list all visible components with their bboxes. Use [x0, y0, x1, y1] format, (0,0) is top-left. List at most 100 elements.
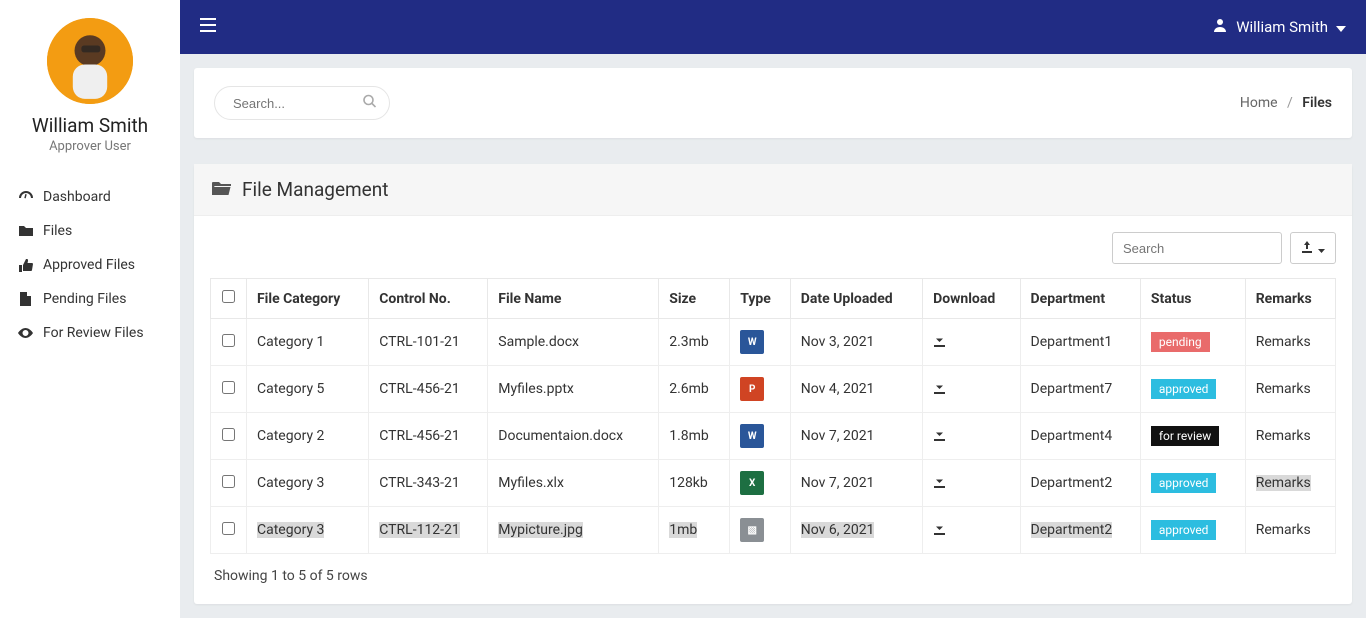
cell-status: approved — [1140, 507, 1245, 554]
topbar: William Smith — [180, 0, 1366, 54]
top-card: Home / Files — [194, 68, 1352, 138]
filetype-icon: W — [740, 330, 764, 354]
sidebar-item-dashboard[interactable]: Dashboard — [0, 180, 180, 214]
download-icon[interactable] — [933, 429, 946, 445]
breadcrumb-current: Files — [1302, 95, 1332, 111]
folder-open-icon — [212, 178, 232, 201]
col-header[interactable]: Department — [1020, 279, 1140, 319]
cell-size: 1mb — [659, 507, 730, 554]
sidebar-item-pending-files[interactable]: Pending Files — [0, 282, 180, 316]
cell-control: CTRL-112-21 — [369, 507, 488, 554]
cell-remarks: Remarks — [1245, 413, 1335, 460]
col-header[interactable] — [211, 279, 247, 319]
col-header[interactable]: Type — [730, 279, 791, 319]
hamburger-icon[interactable] — [200, 17, 216, 37]
sidebar-item-for-review-files[interactable]: For Review Files — [0, 316, 180, 350]
cell-dept: Department7 — [1020, 366, 1140, 413]
panel: File Management — [194, 164, 1352, 604]
cell-download — [923, 413, 1020, 460]
breadcrumb: Home / Files — [1240, 95, 1332, 111]
col-header[interactable]: File Name — [488, 279, 659, 319]
row-checkbox[interactable] — [222, 334, 235, 347]
cell-size: 1.8mb — [659, 413, 730, 460]
cell-download — [923, 366, 1020, 413]
cell-download — [923, 460, 1020, 507]
cell-dept: Department1 — [1020, 319, 1140, 366]
row-checkbox[interactable] — [222, 381, 235, 394]
sidebar-item-label: Approved Files — [43, 257, 135, 273]
sidebar-item-files[interactable]: Files — [0, 214, 180, 248]
col-header[interactable]: Control No. — [369, 279, 488, 319]
cell-status: approved — [1140, 366, 1245, 413]
breadcrumb-parent[interactable]: Home — [1240, 95, 1278, 111]
sidebar: William Smith Approver User Dashboard Fil… — [0, 0, 180, 618]
sidebar-item-label: Dashboard — [43, 189, 111, 205]
cell-type: ▧ — [730, 507, 791, 554]
table-row: Category 1CTRL-101-21Sample.docx2.3mbWNo… — [211, 319, 1336, 366]
cell-date: Nov 6, 2021 — [790, 507, 922, 554]
filetype-icon: ▧ — [740, 518, 764, 542]
cell-file: Myfiles.xlx — [488, 460, 659, 507]
col-header[interactable]: Remarks — [1245, 279, 1335, 319]
cell-status: pending — [1140, 319, 1245, 366]
cell-file: Documentaion.docx — [488, 413, 659, 460]
search-icon[interactable] — [363, 95, 376, 112]
cell-type: W — [730, 413, 791, 460]
cell-category: Category 3 — [247, 460, 369, 507]
sidebar-item-label: Files — [43, 223, 72, 239]
col-header[interactable]: Size — [659, 279, 730, 319]
status-badge: approved — [1151, 379, 1217, 399]
download-icon[interactable] — [933, 382, 946, 398]
cell-control: CTRL-456-21 — [369, 366, 488, 413]
breadcrumb-sep: / — [1287, 95, 1293, 111]
cell-dept: Department4 — [1020, 413, 1140, 460]
download-icon[interactable] — [933, 523, 946, 539]
panel-header: File Management — [194, 164, 1352, 216]
row-checkbox[interactable] — [222, 475, 235, 488]
cell-date: Nov 7, 2021 — [790, 460, 922, 507]
table-toolbar — [210, 232, 1336, 264]
cell-type: P — [730, 366, 791, 413]
cell-date: Nov 7, 2021 — [790, 413, 922, 460]
profile-role: Approver User — [10, 139, 170, 154]
col-header[interactable]: Date Uploaded — [790, 279, 922, 319]
cell-remarks: Remarks — [1245, 460, 1335, 507]
download-icon[interactable] — [933, 335, 946, 351]
export-button[interactable] — [1290, 232, 1336, 264]
col-header[interactable]: Download — [923, 279, 1020, 319]
col-header[interactable]: Status — [1140, 279, 1245, 319]
user-name: William Smith — [1236, 18, 1328, 36]
status-badge: approved — [1151, 520, 1217, 540]
cell-remarks: Remarks — [1245, 319, 1335, 366]
cell-control: CTRL-101-21 — [369, 319, 488, 366]
cell-dept: Department2 — [1020, 460, 1140, 507]
sidebar-item-approved-files[interactable]: Approved Files — [0, 248, 180, 282]
cell-category: Category 2 — [247, 413, 369, 460]
row-checkbox[interactable] — [222, 428, 235, 441]
download-icon[interactable] — [933, 476, 946, 492]
cell-remarks: Remarks — [1245, 507, 1335, 554]
caret-down-icon — [1318, 241, 1325, 256]
cell-size: 2.6mb — [659, 366, 730, 413]
cell-category: Category 3 — [247, 507, 369, 554]
cell-status: for review — [1140, 413, 1245, 460]
row-checkbox[interactable] — [222, 522, 235, 535]
filetype-icon: P — [740, 377, 764, 401]
chevron-down-icon — [1336, 18, 1346, 36]
profile-name: William Smith — [10, 114, 170, 137]
col-header[interactable]: File Category — [247, 279, 369, 319]
file-table: File CategoryControl No.File NameSizeTyp… — [210, 278, 1336, 554]
filetype-icon: X — [740, 471, 764, 495]
table-search-input[interactable] — [1112, 232, 1282, 264]
sidebar-item-label: For Review Files — [43, 325, 144, 341]
cell-download — [923, 319, 1020, 366]
eye-icon — [18, 328, 33, 338]
user-menu[interactable]: William Smith — [1212, 17, 1346, 37]
table-row: Category 2CTRL-456-21Documentaion.docx1.… — [211, 413, 1336, 460]
table-row: Category 3CTRL-112-21Mypicture.jpg1mb▧No… — [211, 507, 1336, 554]
cell-category: Category 5 — [247, 366, 369, 413]
select-all-checkbox[interactable] — [222, 290, 235, 303]
cell-dept: Department2 — [1020, 507, 1140, 554]
dashboard-icon — [18, 191, 33, 203]
cell-download — [923, 507, 1020, 554]
